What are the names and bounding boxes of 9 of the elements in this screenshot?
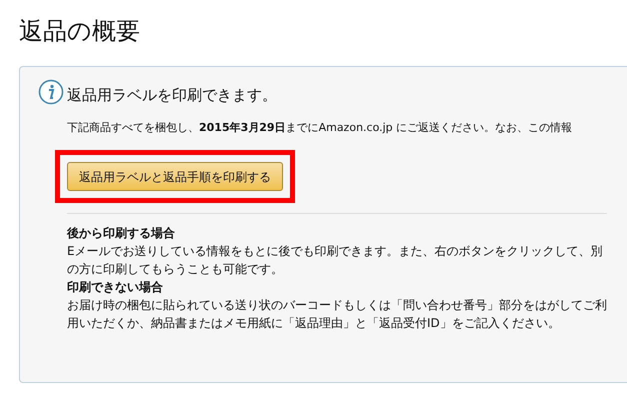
section-heading: 印刷できない場合 — [67, 279, 164, 296]
info-icon — [38, 79, 64, 105]
section-text: Eメールでお送りしている情報をもとに後でも印刷できます。また、右のボタンをクリックして、別の方に印刷してもらうことも可能です。 — [67, 243, 604, 278]
notice-text: 下記商品すべてを梱包し、2015年3月29日までにAmazon.co.jp にご返送ください。なお、この情報 — [67, 120, 574, 136]
notice-heading: 返品用ラベルを印刷できます。 — [67, 85, 277, 106]
page-title: 返品の概要 — [19, 16, 140, 47]
section-heading: 後から印刷する場合 — [67, 225, 176, 242]
section-text: お届け時の梱包に貼られている送り状のバーコードもしくは「問い合わせ番号」部分をはがしてご利用いただくか、納品書またはメモ用紙に「返品理由」と「返品受付ID」をご記入ください。 — [67, 297, 607, 332]
print-button[interactable]: 返品用ラベルと返品手順を印刷する — [67, 162, 283, 191]
